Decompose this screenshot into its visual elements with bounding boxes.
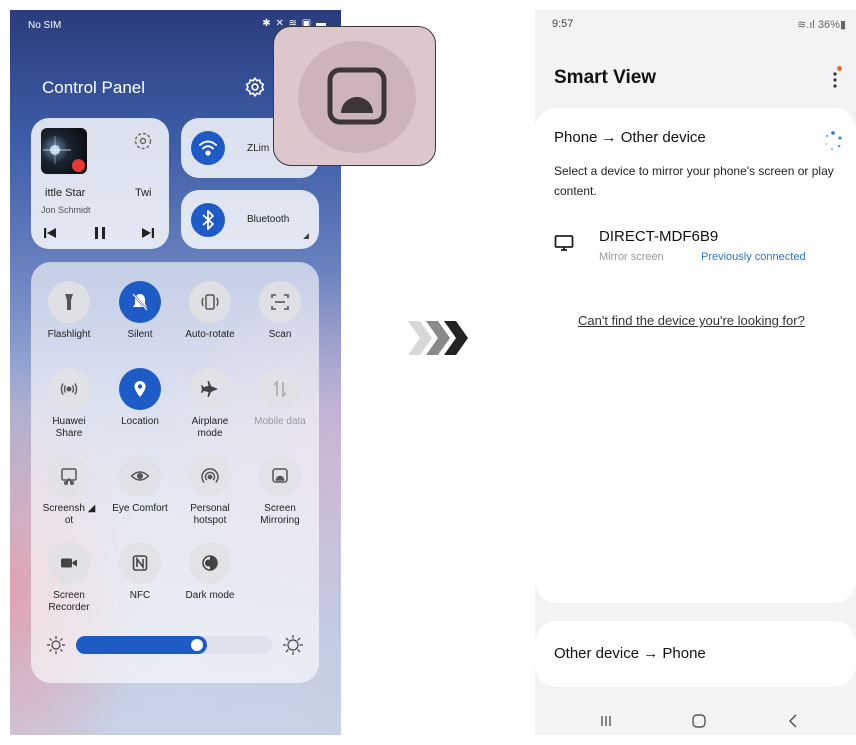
eye-icon[interactable]	[119, 455, 161, 497]
page-title: Smart View	[554, 67, 657, 88]
device-list-item[interactable]: DIRECT-MDF6B9 Mirror screen Previously c…	[554, 226, 844, 270]
tile-label: Flashlight	[47, 329, 91, 340]
hotspot-icon[interactable]	[189, 455, 231, 497]
rotate-icon[interactable]	[189, 281, 231, 323]
tile-label: Silent	[127, 329, 153, 340]
tile-scan[interactable]: Scan	[245, 281, 315, 341]
flashlight-icon[interactable]	[48, 281, 90, 323]
cant-find-device-link[interactable]: Can't find the device you're looking for…	[578, 313, 805, 328]
notification-dot	[837, 66, 842, 71]
screenshot-icon[interactable]	[48, 455, 90, 497]
tile-label: Personal hotspot	[190, 503, 230, 526]
tile-label: Screen Mirroring	[260, 503, 300, 526]
screen-mirroring-icon	[327, 67, 387, 125]
tile-label: Dark mode	[185, 590, 235, 601]
brightness-slider[interactable]	[76, 636, 272, 654]
scanning-icon	[822, 130, 844, 152]
tile-silent[interactable]: Silent	[105, 281, 175, 341]
phone-to-other-card: Phone → Other device Select a device to …	[535, 108, 856, 603]
tile-mobile-data[interactable]: Mobile data	[245, 368, 315, 428]
bluetooth-tile[interactable]: Bluetooth	[181, 190, 319, 249]
brightness-slider-thumb[interactable]	[191, 639, 203, 651]
media-card[interactable]: ittle Star Twi Jon Schmidt	[31, 118, 169, 249]
location-pin-icon[interactable]	[119, 368, 161, 410]
wifi-icon[interactable]	[191, 131, 225, 165]
device-subtitle: Mirror screen	[599, 251, 664, 263]
bluetooth-icon[interactable]	[191, 203, 225, 237]
page-title: Control Panel	[42, 78, 146, 97]
device-name: DIRECT-MDF6B9	[599, 228, 719, 245]
app-badge-icon	[72, 159, 85, 172]
tile-label: Scan	[268, 329, 292, 340]
next-song-title: Twi	[135, 187, 152, 199]
tile-label: Mobile data	[254, 416, 306, 427]
tile-label: Screensh ◢ ot	[42, 503, 96, 526]
tile-screenshot[interactable]: Screensh ◢ ot	[34, 455, 104, 527]
dark-mode-icon[interactable]	[189, 542, 231, 584]
device-status: Previously connected	[701, 251, 806, 263]
brightness-slider-fill	[76, 636, 207, 654]
wifi-network-name: ZLim	[247, 143, 270, 154]
cast-icon[interactable]	[134, 132, 152, 150]
tile-airplane-mode[interactable]: Airplane mode	[175, 368, 245, 440]
screen-mirroring-zoom-callout	[273, 26, 436, 166]
tile-dark-mode[interactable]: Dark mode	[175, 542, 245, 602]
tile-location[interactable]: Location	[105, 368, 175, 428]
tile-label: Airplane mode	[191, 416, 229, 439]
home-icon[interactable]	[691, 714, 707, 728]
toggles-panel: Flashlight Silent Auto-rotate Scan Huawe…	[31, 262, 319, 683]
expand-corner-icon[interactable]	[303, 233, 309, 239]
tile-label: Eye Comfort	[112, 503, 168, 514]
video-camera-icon[interactable]	[48, 542, 90, 584]
scan-icon[interactable]	[259, 281, 301, 323]
gear-icon[interactable]	[244, 76, 266, 98]
section-title: Other device → Phone	[554, 645, 706, 662]
brightness-high-icon	[282, 634, 304, 656]
status-carrier: No SIM	[28, 20, 62, 31]
previous-track-icon[interactable]	[43, 226, 57, 240]
mobile-data-icon[interactable]	[259, 368, 301, 410]
tile-screen-mirroring[interactable]: Screen Mirroring	[245, 455, 315, 527]
next-track-icon[interactable]	[141, 226, 155, 240]
tile-label: NFC	[129, 590, 151, 601]
tile-eye-comfort[interactable]: Eye Comfort	[105, 455, 175, 515]
artist-name: Jon Schmidt	[41, 205, 91, 215]
section-title: Phone → Other device	[554, 129, 706, 146]
monitor-icon	[554, 234, 574, 257]
tile-label: Screen Recorder	[48, 590, 90, 613]
other-to-phone-card[interactable]: Other device → Phone	[535, 621, 856, 687]
tile-nfc[interactable]: NFC	[105, 542, 175, 602]
tile-label: Location	[121, 416, 159, 427]
tile-screen-recorder[interactable]: Screen Recorder	[34, 542, 104, 614]
section-description: Select a device to mirror your phone's s…	[554, 164, 834, 198]
tile-personal-hotspot[interactable]: Personal hotspot	[175, 455, 245, 527]
recent-apps-icon[interactable]	[599, 714, 613, 728]
pause-icon[interactable]	[93, 226, 107, 240]
song-title: ittle Star	[45, 187, 86, 199]
back-icon[interactable]	[787, 714, 799, 728]
screen-mirroring-icon[interactable]	[259, 455, 301, 497]
bluetooth-label: Bluetooth	[247, 214, 290, 225]
more-options-icon[interactable]	[832, 66, 842, 92]
bell-off-icon[interactable]	[119, 281, 161, 323]
nfc-icon[interactable]	[119, 542, 161, 584]
tile-huawei-share[interactable]: Huawei Share	[34, 368, 104, 440]
tile-label: Auto-rotate	[185, 329, 235, 340]
transition-arrow-icon	[406, 318, 476, 358]
status-signal-battery: ≋.ıl 36%▮	[797, 19, 846, 31]
airplane-icon[interactable]	[189, 368, 231, 410]
tile-auto-rotate[interactable]: Auto-rotate	[175, 281, 245, 341]
smart-view-screen: 9:57 ≋.ıl 36%▮ Smart View Phone → Other …	[535, 10, 856, 735]
tile-label: Huawei Share	[52, 416, 86, 439]
brightness-low-icon	[45, 634, 67, 656]
share-waves-icon[interactable]	[48, 368, 90, 410]
tile-flashlight[interactable]: Flashlight	[34, 281, 104, 341]
status-time: 9:57	[552, 18, 574, 30]
album-art	[41, 128, 87, 174]
